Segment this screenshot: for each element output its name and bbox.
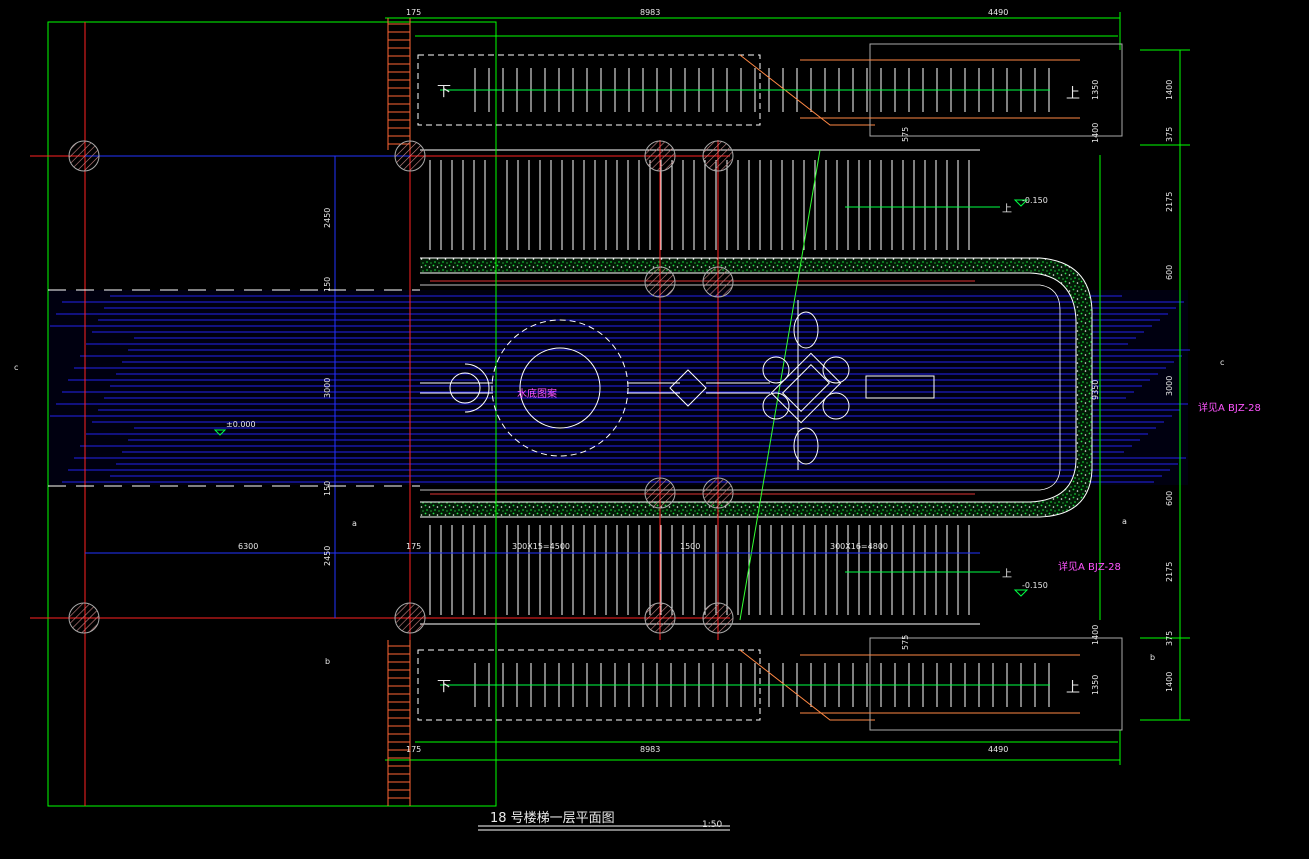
column-circle xyxy=(702,602,734,634)
small-stair-bottom xyxy=(417,637,1123,731)
dim-stair-575-bot: 575 xyxy=(901,635,910,650)
dim-left-3000: 3000 xyxy=(323,378,332,398)
cad-drawing: 175 8983 4490 175 8983 4490 6300 175 300… xyxy=(14,8,1261,831)
small-stair-top xyxy=(417,43,1123,137)
dim-mid-175: 175 xyxy=(406,542,421,551)
dim-300x15: 300X15=4500 xyxy=(512,542,570,551)
dim-stair-1350-top: 1350 xyxy=(1091,80,1100,100)
dim-left-2450-top: 2450 xyxy=(323,208,332,228)
detail-ref-right: 详见A BJZ-28 xyxy=(1198,401,1261,414)
stair-up-mid-bottom: 上 xyxy=(1002,568,1012,580)
column-circle xyxy=(644,602,676,634)
dim-stair-1350-bot: 1350 xyxy=(1091,675,1100,695)
dim-bot-4490: 4490 xyxy=(988,745,1008,754)
dim-r-600-top: 600 xyxy=(1165,265,1174,280)
drawing-scale: 1:50 xyxy=(702,820,722,830)
dim-r-375-bot: 375 xyxy=(1165,631,1174,646)
dim-r-2175-bot: 2175 xyxy=(1165,562,1174,582)
dim-r-375-top: 375 xyxy=(1165,127,1174,142)
dim-6300: 6300 xyxy=(238,542,258,551)
stair-down-bottom: 下 xyxy=(437,679,451,695)
dim-r-1400-bot: 1400 xyxy=(1165,672,1174,692)
column-circle xyxy=(644,477,676,509)
dim-stair-1400-bot: 1400 xyxy=(1091,625,1100,645)
dim-left-150-bot: 150 xyxy=(323,481,332,496)
dim-stair-1400-top: 1400 xyxy=(1091,123,1100,143)
level-zero: ±0.000 xyxy=(226,420,256,429)
column-circle xyxy=(68,602,100,634)
stair-up-top: 上 xyxy=(1066,86,1080,102)
dim-stair-575-top: 575 xyxy=(901,127,910,142)
dim-bot-8983: 8983 xyxy=(640,745,660,754)
detail-ref-bottom: 详见A BJZ-28 xyxy=(1058,560,1121,573)
dim-left-2450-bot: 2450 xyxy=(323,546,332,566)
level-top: -0.150 xyxy=(1022,196,1048,205)
dim-r-3000: 3000 xyxy=(1165,376,1174,396)
dim-top-8983: 8983 xyxy=(640,8,660,17)
level-bottom: -0.150 xyxy=(1022,581,1048,590)
title-underline xyxy=(478,825,730,831)
water-pool xyxy=(48,290,1190,485)
column-circle xyxy=(68,140,100,172)
section-b-left: b xyxy=(325,657,330,666)
dim-outer-9350: 9350 xyxy=(1091,380,1100,400)
dim-top-4490: 4490 xyxy=(988,8,1008,17)
section-c-right: c xyxy=(1220,358,1224,367)
dim-r-1400-top: 1400 xyxy=(1165,80,1174,100)
section-a-right: a xyxy=(1122,517,1127,526)
dim-left-150-top: 150 xyxy=(323,277,332,292)
pool-pattern-label: 水底图案 xyxy=(517,387,557,400)
column-circle xyxy=(702,266,734,298)
dim-1500: 1500 xyxy=(680,542,700,551)
section-b-right: b xyxy=(1150,653,1155,662)
column-circle xyxy=(644,266,676,298)
column-circle xyxy=(702,140,734,172)
column-circle xyxy=(644,140,676,172)
column-circle xyxy=(702,477,734,509)
stair-up-bottom: 上 xyxy=(1066,680,1080,696)
column-circle xyxy=(394,602,426,634)
dim-300x16: 300X16=4800 xyxy=(830,542,888,551)
section-c-left: c xyxy=(14,363,18,372)
stair-down-top: 下 xyxy=(437,84,451,100)
section-a: a xyxy=(352,519,357,528)
dim-top-175: 175 xyxy=(406,8,421,17)
column-circle xyxy=(394,140,426,172)
dim-r-2175-top: 2175 xyxy=(1165,192,1174,212)
dim-r-600-bot: 600 xyxy=(1165,491,1174,506)
stair-up-mid-top: 上 xyxy=(1002,203,1012,215)
dim-bot-175: 175 xyxy=(406,745,421,754)
drawing-title: 18 号楼梯一层平面图 xyxy=(490,811,615,826)
